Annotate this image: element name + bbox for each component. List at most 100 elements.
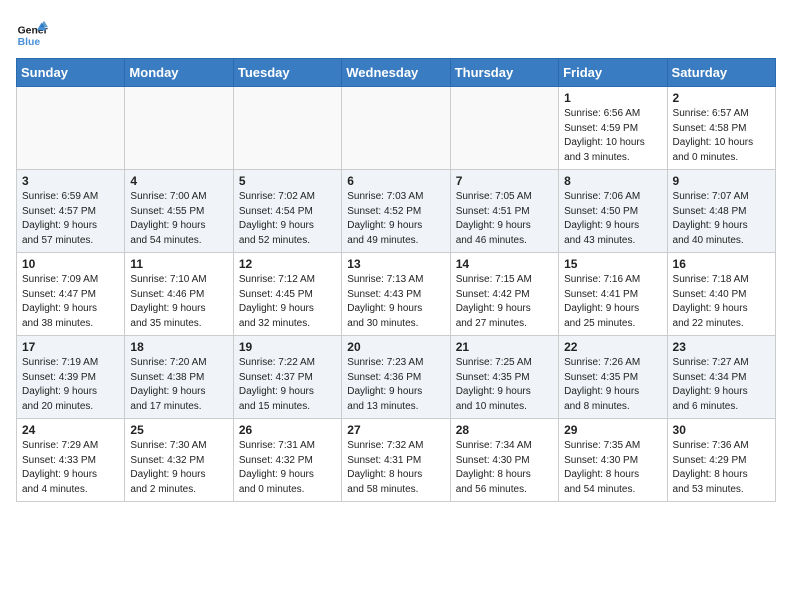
calendar-day-2: 2Sunrise: 6:57 AM Sunset: 4:58 PM Daylig… [667,87,775,170]
day-number: 26 [239,423,336,437]
calendar-day-empty [233,87,341,170]
day-info: Sunrise: 7:09 AM Sunset: 4:47 PM Dayligh… [22,273,119,331]
day-info: Sunrise: 7:05 AM Sunset: 4:51 PM Dayligh… [456,190,553,248]
day-number: 4 [130,174,227,188]
day-info: Sunrise: 7:07 AM Sunset: 4:48 PM Dayligh… [673,190,770,248]
calendar-day-empty [342,87,450,170]
calendar-day-17: 17 Sunrise: 7:19 AM Sunset: 4:39 PM Dayli… [17,336,125,419]
day-number: 20 [347,340,444,354]
logo-icon: General Blue [16,16,48,48]
day-number: 9 [673,174,770,188]
day-number: 2 [673,91,770,105]
day-number: 14 [456,257,553,271]
day-number: 29 [564,423,661,437]
calendar-header-tuesday: Tuesday [233,59,341,87]
day-info: Sunrise: 7:02 AM Sunset: 4:54 PM Dayligh… [239,190,336,248]
day-info: Sunrise: 7:20 AM Sunset: 4:38 PM Dayligh… [130,356,227,414]
day-info: Sunrise: 6:59 AM Sunset: 4:57 PM Dayligh… [22,190,119,248]
day-number: 16 [673,257,770,271]
day-info: Sunrise: 7:15 AM Sunset: 4:42 PM Dayligh… [456,273,553,331]
calendar-header-friday: Friday [559,59,667,87]
day-number: 1 [564,91,661,105]
calendar-day-25: 25 Sunrise: 7:30 AM Sunset: 4:32 PM Dayli… [125,419,233,502]
day-number: 8 [564,174,661,188]
calendar-week-1: 1 Sunrise: 6:56 AM Sunset: 4:59 PM Daylig… [17,87,776,170]
day-info: Sunrise: 7:29 AM Sunset: 4:33 PM Dayligh… [22,439,119,497]
day-info: Sunrise: 6:56 AM Sunset: 4:59 PM Dayligh… [564,107,661,165]
day-info: Sunrise: 7:35 AM Sunset: 4:30 PM Dayligh… [564,439,661,497]
calendar-day-24: 24 Sunrise: 7:29 AM Sunset: 4:33 PM Dayli… [17,419,125,502]
day-number: 3 [22,174,119,188]
calendar-day-3: 3 Sunrise: 6:59 AM Sunset: 4:57 PM Daylig… [17,170,125,253]
calendar-day-28: 28Sunrise: 7:34 AM Sunset: 4:30 PM Dayli… [450,419,558,502]
day-info: Sunrise: 7:18 AM Sunset: 4:40 PM Dayligh… [673,273,770,331]
day-number: 30 [673,423,770,437]
calendar-day-20: 20 Sunrise: 7:23 AM Sunset: 4:36 PM Dayli… [342,336,450,419]
day-info: Sunrise: 7:03 AM Sunset: 4:52 PM Dayligh… [347,190,444,248]
day-info: Sunrise: 7:30 AM Sunset: 4:32 PM Dayligh… [130,439,227,497]
day-number: 10 [22,257,119,271]
day-number: 15 [564,257,661,271]
calendar-day-12: 12 Sunrise: 7:12 AM Sunset: 4:45 PM Dayli… [233,253,341,336]
calendar-header-sunday: Sunday [17,59,125,87]
day-number: 28 [456,423,553,437]
calendar-header-monday: Monday [125,59,233,87]
calendar-week-5: 24 Sunrise: 7:29 AM Sunset: 4:33 PM Dayli… [17,419,776,502]
day-info: Sunrise: 7:16 AM Sunset: 4:41 PM Dayligh… [564,273,661,331]
day-info: Sunrise: 7:22 AM Sunset: 4:37 PM Dayligh… [239,356,336,414]
calendar-day-27: 27 Sunrise: 7:32 AM Sunset: 4:31 PM Dayli… [342,419,450,502]
day-number: 17 [22,340,119,354]
calendar-day-11: 11 Sunrise: 7:10 AM Sunset: 4:46 PM Dayli… [125,253,233,336]
day-info: Sunrise: 7:36 AM Sunset: 4:29 PM Dayligh… [673,439,770,497]
day-info: Sunrise: 7:00 AM Sunset: 4:55 PM Dayligh… [130,190,227,248]
day-number: 24 [22,423,119,437]
calendar-week-4: 17 Sunrise: 7:19 AM Sunset: 4:39 PM Dayli… [17,336,776,419]
calendar-day-14: 14 Sunrise: 7:15 AM Sunset: 4:42 PM Dayli… [450,253,558,336]
calendar-day-15: 15 Sunrise: 7:16 AM Sunset: 4:41 PM Dayli… [559,253,667,336]
calendar-day-21: 21Sunrise: 7:25 AM Sunset: 4:35 PM Dayli… [450,336,558,419]
day-info: Sunrise: 7:26 AM Sunset: 4:35 PM Dayligh… [564,356,661,414]
day-number: 11 [130,257,227,271]
day-info: Sunrise: 7:31 AM Sunset: 4:32 PM Dayligh… [239,439,336,497]
calendar-day-22: 22 Sunrise: 7:26 AM Sunset: 4:35 PM Dayli… [559,336,667,419]
day-number: 12 [239,257,336,271]
calendar-day-13: 13 Sunrise: 7:13 AM Sunset: 4:43 PM Dayli… [342,253,450,336]
calendar-header-row: SundayMondayTuesdayWednesdayThursdayFrid… [17,59,776,87]
calendar-day-8: 8 Sunrise: 7:06 AM Sunset: 4:50 PM Daylig… [559,170,667,253]
day-info: Sunrise: 7:12 AM Sunset: 4:45 PM Dayligh… [239,273,336,331]
page-header: General Blue [16,16,776,48]
calendar-day-16: 16 Sunrise: 7:18 AM Sunset: 4:40 PM Dayli… [667,253,775,336]
day-number: 27 [347,423,444,437]
day-info: Sunrise: 7:10 AM Sunset: 4:46 PM Dayligh… [130,273,227,331]
day-info: Sunrise: 7:32 AM Sunset: 4:31 PM Dayligh… [347,439,444,497]
calendar-header-thursday: Thursday [450,59,558,87]
calendar-day-6: 6 Sunrise: 7:03 AM Sunset: 4:52 PM Daylig… [342,170,450,253]
day-number: 5 [239,174,336,188]
day-number: 19 [239,340,336,354]
day-info: Sunrise: 7:06 AM Sunset: 4:50 PM Dayligh… [564,190,661,248]
day-info: Sunrise: 7:23 AM Sunset: 4:36 PM Dayligh… [347,356,444,414]
calendar-week-2: 3 Sunrise: 6:59 AM Sunset: 4:57 PM Daylig… [17,170,776,253]
calendar-header-saturday: Saturday [667,59,775,87]
calendar-day-4: 4 Sunrise: 7:00 AM Sunset: 4:55 PM Daylig… [125,170,233,253]
calendar-day-1: 1 Sunrise: 6:56 AM Sunset: 4:59 PM Daylig… [559,87,667,170]
svg-text:Blue: Blue [18,37,41,48]
day-number: 13 [347,257,444,271]
logo: General Blue [16,16,48,48]
day-info: Sunrise: 7:19 AM Sunset: 4:39 PM Dayligh… [22,356,119,414]
day-info: Sunrise: 7:27 AM Sunset: 4:34 PM Dayligh… [673,356,770,414]
day-info: Sunrise: 7:25 AM Sunset: 4:35 PM Dayligh… [456,356,553,414]
day-number: 7 [456,174,553,188]
calendar-week-3: 10 Sunrise: 7:09 AM Sunset: 4:47 PM Dayli… [17,253,776,336]
day-info: Sunrise: 7:13 AM Sunset: 4:43 PM Dayligh… [347,273,444,331]
calendar-header-wednesday: Wednesday [342,59,450,87]
day-number: 22 [564,340,661,354]
day-number: 6 [347,174,444,188]
day-number: 25 [130,423,227,437]
calendar-day-5: 5 Sunrise: 7:02 AM Sunset: 4:54 PM Daylig… [233,170,341,253]
calendar-day-26: 26 Sunrise: 7:31 AM Sunset: 4:32 PM Dayli… [233,419,341,502]
day-number: 23 [673,340,770,354]
calendar-day-18: 18Sunrise: 7:20 AM Sunset: 4:38 PM Dayli… [125,336,233,419]
calendar-day-19: 19 Sunrise: 7:22 AM Sunset: 4:37 PM Dayli… [233,336,341,419]
calendar-day-empty [450,87,558,170]
